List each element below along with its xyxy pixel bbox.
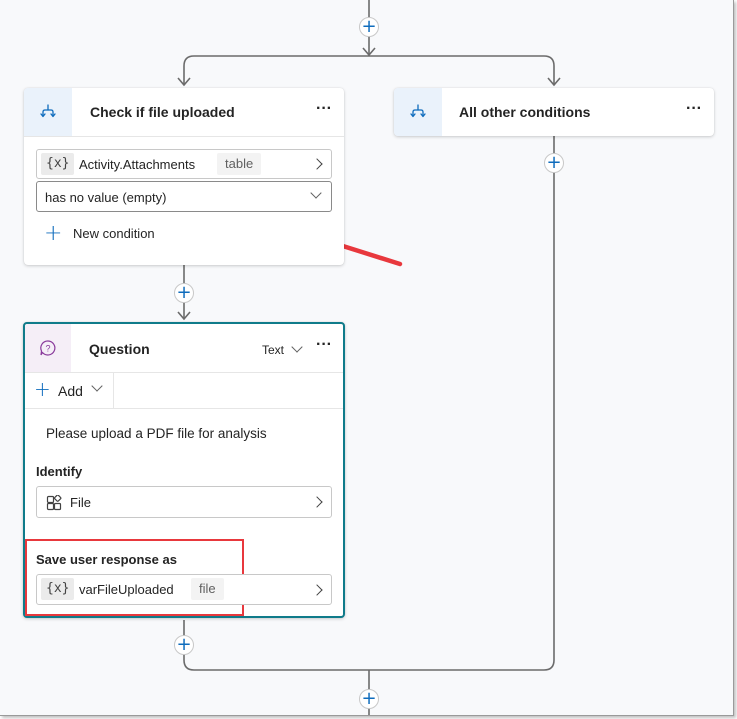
- condition-variable-name: Activity.Attachments: [79, 157, 196, 172]
- question-card[interactable]: ? Question Text ··· + Add Please upload …: [23, 322, 345, 618]
- identify-entity-selector[interactable]: File: [36, 486, 332, 518]
- question-card-header: ? Question Text ···: [25, 324, 343, 372]
- question-prompt-text[interactable]: Please upload a PDF file for analysis: [46, 426, 267, 441]
- identify-label: Identify: [36, 464, 83, 479]
- header-divider: [24, 136, 344, 137]
- add-node-button-after-condition[interactable]: +: [174, 283, 194, 303]
- chevron-down-icon: [91, 380, 103, 392]
- condition-card-all-other[interactable]: All other conditions ···: [394, 88, 714, 136]
- chevron-down-icon: [310, 187, 322, 199]
- variable-icon: {x}: [41, 578, 75, 600]
- svg-text:?: ?: [45, 344, 50, 354]
- other-card-title: All other conditions: [459, 104, 591, 120]
- response-type-dropdown[interactable]: Text: [262, 341, 306, 359]
- plus-icon: +: [34, 377, 51, 401]
- save-response-variable-selector[interactable]: {x} varFileUploaded file: [36, 574, 332, 605]
- chevron-right-icon: [311, 584, 323, 596]
- plus-icon: +: [44, 221, 63, 246]
- add-node-button-other-branch[interactable]: +: [544, 153, 564, 173]
- chevron-down-icon: [291, 341, 303, 353]
- condition-operator-value: has no value (empty): [45, 190, 167, 205]
- add-node-button-after-question[interactable]: +: [174, 635, 194, 655]
- new-condition-label: New condition: [73, 226, 155, 241]
- branch-icon: [24, 88, 72, 136]
- question-bubble-icon: ?: [25, 324, 71, 372]
- toolbar-divider: [25, 408, 343, 409]
- more-options-button[interactable]: ···: [316, 100, 332, 118]
- flow-canvas: + + + + + Check if file uploaded ··· {x}: [0, 0, 734, 716]
- save-variable-type: file: [191, 578, 224, 600]
- chevron-right-icon: [311, 496, 323, 508]
- response-type-value: Text: [262, 343, 285, 357]
- condition-variable-selector[interactable]: {x} Activity.Attachments table: [36, 149, 332, 179]
- entity-icon: [46, 495, 62, 511]
- new-condition-button[interactable]: + New condition: [44, 221, 204, 246]
- branch-icon: [394, 88, 442, 136]
- add-menu-button[interactable]: + Add: [25, 373, 114, 408]
- add-node-button-top[interactable]: +: [359, 17, 379, 37]
- condition-variable-type: table: [217, 153, 262, 175]
- chevron-right-icon: [311, 158, 323, 170]
- add-node-button-bottom[interactable]: +: [359, 689, 379, 709]
- condition-card-title: Check if file uploaded: [90, 104, 235, 120]
- more-options-button[interactable]: ···: [686, 100, 702, 118]
- variable-icon: {x}: [41, 153, 75, 175]
- other-card-header: All other conditions ···: [394, 88, 714, 136]
- save-variable-name: varFileUploaded: [79, 582, 174, 597]
- save-response-label: Save user response as: [36, 552, 177, 567]
- condition-card-check-file[interactable]: Check if file uploaded ··· {x} Activity.…: [24, 88, 344, 265]
- add-menu-label: Add: [58, 383, 83, 399]
- condition-card-header: Check if file uploaded ···: [24, 88, 344, 136]
- identify-entity-value: File: [70, 495, 91, 510]
- more-options-button[interactable]: ···: [316, 336, 332, 354]
- question-card-title: Question: [89, 341, 150, 357]
- condition-operator-dropdown[interactable]: has no value (empty): [36, 181, 332, 212]
